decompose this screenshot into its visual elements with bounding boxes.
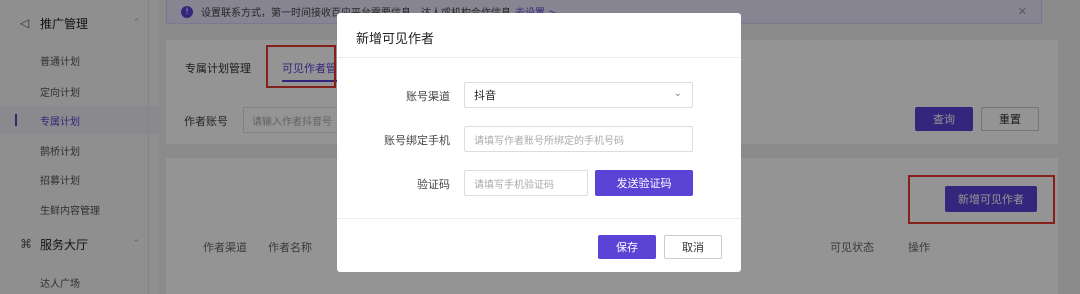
cancel-button[interactable]: 取消	[664, 235, 722, 259]
channel-select[interactable]: 抖音 ⌄	[464, 82, 693, 108]
chevron-down-icon: ⌄	[673, 88, 682, 99]
send-code-button[interactable]: 发送验证码	[595, 170, 693, 196]
modal-title: 新增可见作者	[356, 32, 435, 47]
code-label: 验证码	[417, 178, 450, 191]
save-button[interactable]: 保存	[598, 235, 656, 259]
code-input[interactable]: 请填写手机验证码	[464, 170, 588, 196]
modal-divider	[337, 57, 741, 58]
add-author-modal: 新增可见作者 账号渠道 抖音 ⌄ 账号绑定手机 请填写作者账号所绑定的手机号码 …	[337, 13, 741, 272]
channel-label: 账号渠道	[406, 90, 450, 103]
phone-label: 账号绑定手机	[384, 134, 450, 147]
modal-footer-divider	[337, 218, 741, 219]
phone-input[interactable]: 请填写作者账号所绑定的手机号码	[464, 126, 693, 152]
